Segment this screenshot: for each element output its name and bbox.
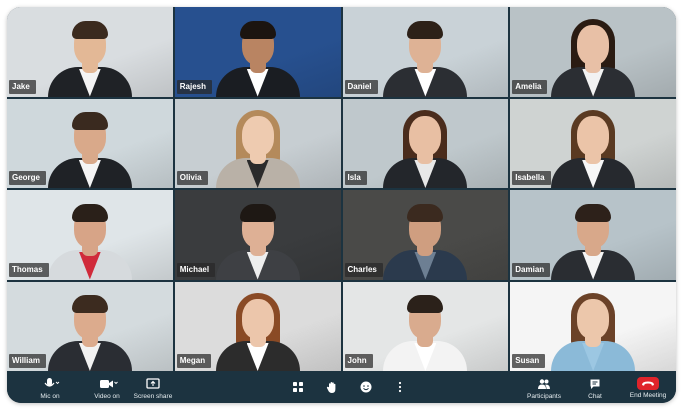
participant-video [550, 289, 636, 371]
video-label: Video on [94, 393, 120, 400]
raise-hand-icon[interactable] [325, 380, 339, 394]
head [241, 299, 274, 339]
participant-video [382, 289, 468, 371]
head [577, 24, 610, 65]
participant-name-label: Jake [9, 79, 36, 94]
reaction-emoji-icon[interactable] [359, 380, 373, 394]
participant-name-label: William [9, 354, 46, 368]
video-button[interactable]: Video on [85, 371, 129, 403]
end-meeting-pill [637, 377, 659, 390]
participant-name-label: Isabella [512, 171, 551, 185]
participant-video [215, 106, 301, 188]
chat-label: Chat [588, 393, 602, 400]
end-meeting-button[interactable]: End Meeting [626, 371, 670, 403]
participant-video [47, 106, 133, 188]
participant-video [382, 198, 468, 280]
participant-video [47, 289, 133, 371]
participant-video [550, 198, 636, 280]
participant-name-label: Michael [176, 262, 216, 277]
participant-video [47, 198, 133, 280]
hair [239, 203, 276, 222]
meeting-window: Jake Rajesh Daniel Amelia George Olivia Isla Is… [7, 7, 676, 403]
participant-name-label: Damian [512, 262, 551, 277]
end-meeting-label: End Meeting [629, 392, 667, 399]
participant-tile[interactable]: Thomas [7, 190, 173, 280]
participant-tile[interactable]: Isabella [510, 98, 676, 188]
hair [407, 295, 444, 313]
screen-share-icon [146, 378, 160, 389]
participant-tile[interactable]: Damian [510, 190, 676, 280]
more-options-icon[interactable] [393, 380, 407, 394]
video-grid: Jake Rajesh Daniel Amelia George Olivia Isla Is… [7, 7, 676, 371]
participant-video [550, 15, 636, 97]
participant-tile[interactable]: John [342, 281, 509, 371]
hair [71, 295, 108, 313]
participants-label: Participants [527, 393, 561, 400]
participant-tile[interactable]: Amelia [510, 7, 676, 97]
chat-icon [590, 379, 600, 389]
participant-tile[interactable]: Jake [7, 7, 173, 97]
hair [71, 203, 108, 222]
participant-tile[interactable]: Charles [342, 190, 509, 280]
participant-tile[interactable]: William [7, 281, 173, 371]
participant-name-label: Megan [176, 354, 212, 368]
head [577, 299, 610, 339]
participant-name-label: Olivia [176, 171, 208, 185]
video-camera-icon [100, 380, 118, 388]
participant-name-label: Daniel [344, 79, 378, 94]
participant-tile[interactable]: Susan [510, 281, 676, 371]
hair [239, 20, 276, 39]
hair [407, 20, 444, 39]
hair [407, 203, 444, 222]
grid-view-icon[interactable] [291, 380, 305, 394]
screen-share-button[interactable]: Screen share [132, 371, 174, 403]
microphone-icon [44, 378, 60, 387]
participant-tile[interactable]: George [7, 98, 173, 188]
mic-button[interactable]: Mic on [32, 371, 68, 403]
participant-video [382, 15, 468, 97]
participant-tile[interactable]: Rajesh [174, 7, 341, 97]
participant-tile[interactable]: Daniel [342, 7, 509, 97]
participant-video [215, 198, 301, 280]
participant-name-label: Rajesh [176, 79, 212, 94]
participant-video [382, 106, 468, 188]
meeting-toolbar: Mic on Video on Screen share Participant… [7, 371, 676, 403]
participant-name-label: Thomas [9, 262, 49, 277]
participant-name-label: Isla [344, 171, 367, 185]
participant-video [550, 106, 636, 188]
participants-button[interactable]: Participants [522, 371, 566, 403]
hang-up-phone-icon [642, 381, 654, 386]
mic-label: Mic on [40, 393, 60, 400]
participant-name-label: Susan [512, 354, 546, 368]
participant-name-label: George [9, 171, 47, 185]
participant-name-label: John [344, 354, 373, 368]
head [241, 116, 274, 156]
participant-name-label: Amelia [512, 79, 548, 94]
participant-tile[interactable]: Isla [342, 98, 509, 188]
participant-tile[interactable]: Olivia [174, 98, 341, 188]
hair [71, 20, 108, 39]
head [577, 116, 610, 156]
hair [71, 112, 108, 130]
participant-video [47, 15, 133, 97]
participants-icon [538, 379, 550, 389]
chat-button[interactable]: Chat [581, 371, 609, 403]
participant-tile[interactable]: Michael [174, 190, 341, 280]
participant-name-label: Charles [344, 262, 383, 277]
participant-video [215, 15, 301, 97]
head [409, 116, 442, 156]
participant-video [215, 289, 301, 371]
participant-tile[interactable]: Megan [174, 281, 341, 371]
screen-share-label: Screen share [133, 393, 173, 400]
hair [575, 203, 612, 222]
